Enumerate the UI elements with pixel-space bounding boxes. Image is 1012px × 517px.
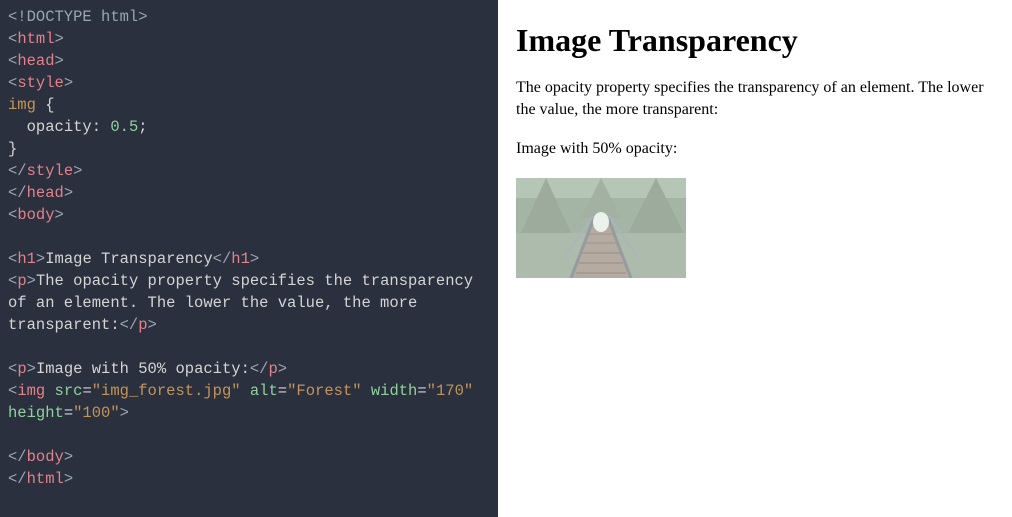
code-token: > — [36, 250, 45, 268]
code-token: </ — [8, 448, 27, 466]
code-token: h1 — [17, 250, 36, 268]
code-token: } — [8, 140, 17, 158]
forest-image — [516, 178, 686, 278]
preview-heading: Image Transparency — [516, 22, 994, 59]
code-token: < — [8, 250, 17, 268]
code-token: img — [8, 96, 36, 114]
code-token: style — [17, 74, 64, 92]
code-token: h1 — [231, 250, 250, 268]
code-token: </ — [213, 250, 232, 268]
code-token: < — [8, 74, 17, 92]
code-token: > — [64, 448, 73, 466]
code-token: html — [17, 30, 54, 48]
code-token: body — [17, 206, 54, 224]
code-token: > — [64, 74, 73, 92]
code-token: 0.5 — [110, 118, 138, 136]
code-line: <!DOCTYPE html> — [8, 8, 148, 26]
preview-paragraph: The opacity property specifies the trans… — [516, 77, 994, 120]
code-token: Image Transparency — [45, 250, 212, 268]
code-token: > — [27, 272, 36, 290]
code-token: > — [27, 360, 36, 378]
code-token: </ — [250, 360, 269, 378]
code-token: > — [55, 30, 64, 48]
code-token: p — [138, 316, 147, 334]
code-token: style — [27, 162, 74, 180]
code-token: > — [64, 470, 73, 488]
code-token: > — [250, 250, 259, 268]
code-token: < — [8, 272, 17, 290]
code-token: < — [8, 360, 17, 378]
code-token: "100" — [73, 404, 120, 422]
code-token: > — [64, 184, 73, 202]
code-token: src — [45, 382, 82, 400]
preview-panel: Image Transparency The opacity property … — [498, 0, 1012, 517]
code-token: < — [8, 52, 17, 70]
code-editor[interactable]: <!DOCTYPE html> <html> <head> <style> im… — [0, 0, 498, 517]
code-token: "Forest" — [287, 382, 361, 400]
code-token: Image with 50% opacity: — [36, 360, 250, 378]
code-token: width — [371, 382, 418, 400]
code-token: > — [148, 316, 157, 334]
code-token: : — [92, 118, 111, 136]
code-token: > — [55, 52, 64, 70]
code-token: opacity — [8, 118, 92, 136]
code-token: p — [17, 272, 26, 290]
code-token: < — [8, 382, 17, 400]
code-token: </ — [8, 184, 27, 202]
code-token: { — [36, 96, 55, 114]
code-token: > — [120, 404, 129, 422]
code-token: The opacity property specifies the trans… — [8, 272, 482, 334]
code-token: = — [278, 382, 287, 400]
code-token: head — [17, 52, 54, 70]
code-token: > — [55, 206, 64, 224]
code-token: < — [8, 206, 17, 224]
code-token: "170" — [427, 382, 474, 400]
code-token: alt — [241, 382, 278, 400]
code-token: > — [278, 360, 287, 378]
code-token: </ — [120, 316, 139, 334]
code-token: "img_forest.jpg" — [92, 382, 241, 400]
code-token: </ — [8, 470, 27, 488]
code-token: = — [417, 382, 426, 400]
code-token: > — [73, 162, 82, 180]
code-token: img — [17, 382, 45, 400]
code-token: = — [82, 382, 91, 400]
code-token: body — [27, 448, 64, 466]
code-token: ; — [138, 118, 147, 136]
code-token: = — [64, 404, 73, 422]
code-token: p — [17, 360, 26, 378]
preview-caption: Image with 50% opacity: — [516, 138, 994, 160]
code-token: < — [8, 30, 17, 48]
code-token: html — [27, 470, 64, 488]
code-token: </ — [8, 162, 27, 180]
code-token: head — [27, 184, 64, 202]
code-token: p — [268, 360, 277, 378]
